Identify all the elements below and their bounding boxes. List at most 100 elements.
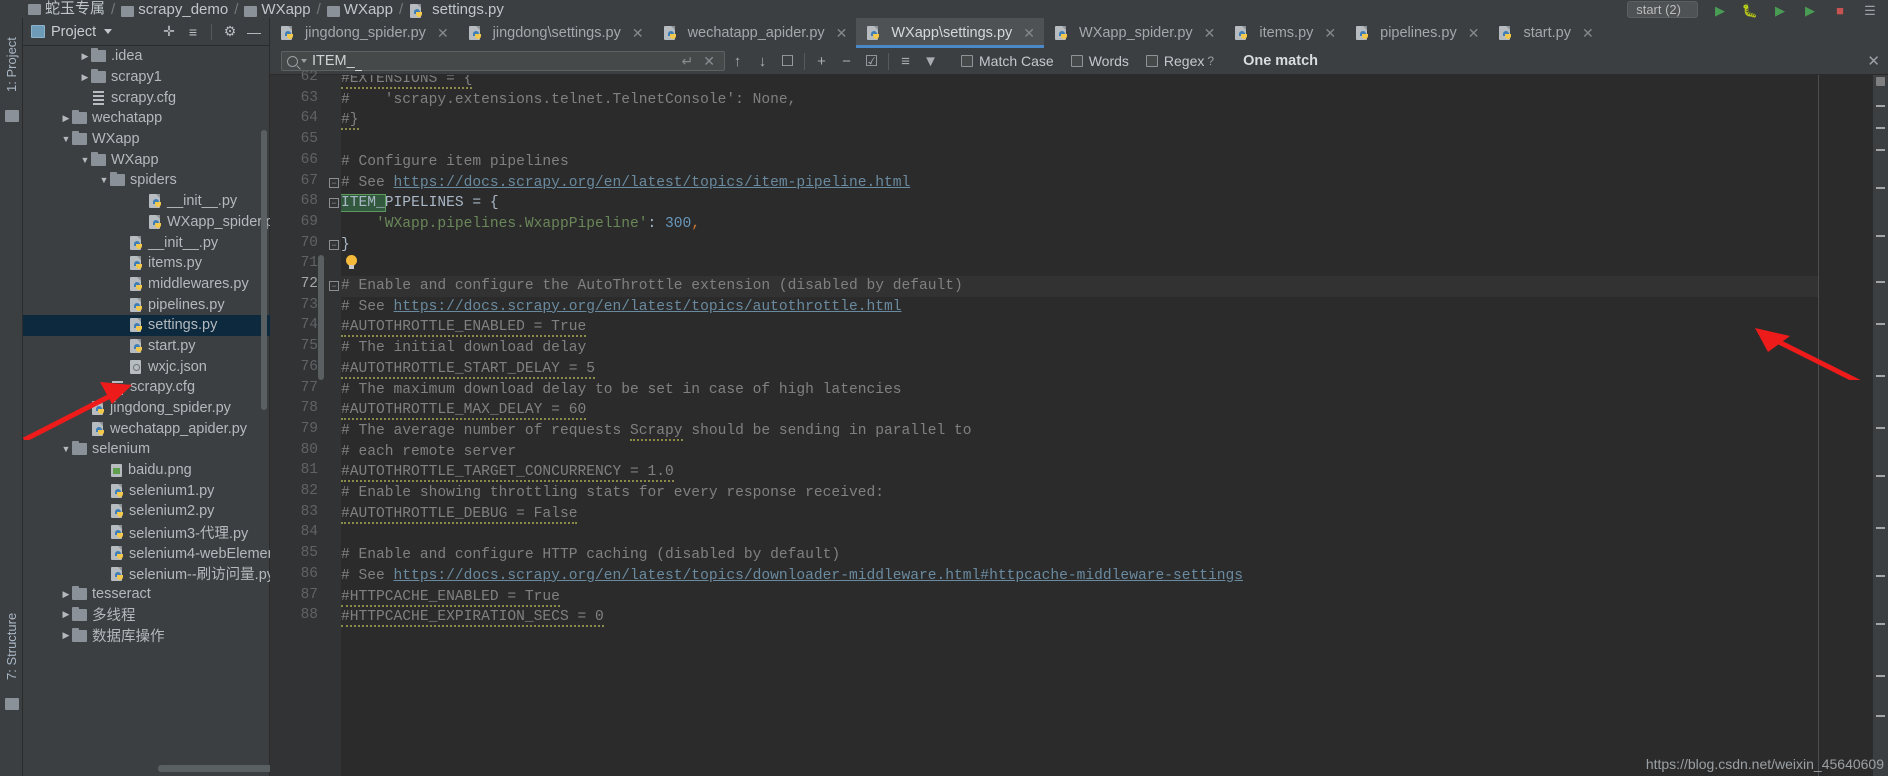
code-line[interactable]: # Enable and configure HTTP caching (dis…	[341, 545, 840, 566]
chevron-right-icon[interactable]: ▶	[60, 630, 72, 641]
fold-toggle-icon[interactable]: −	[329, 198, 339, 209]
tree-item-wxapp[interactable]: ▼ WXapp	[23, 129, 270, 150]
tree-item-scrapy-cfg[interactable]: scrapy.cfg	[23, 87, 270, 108]
editor-tab-wxapp-settings-py[interactable]: WXapp\settings.py ✕	[856, 18, 1045, 48]
tree-item-items-py[interactable]: items.py	[23, 253, 270, 274]
editor-tab-pipelines-py[interactable]: pipelines.py ✕	[1345, 18, 1488, 48]
prev-match-icon[interactable]: ↑	[725, 49, 750, 74]
stop-icon[interactable]: ■	[1832, 3, 1848, 18]
chevron-down-icon[interactable]: ▼	[60, 444, 72, 454]
search-input[interactable]: ITEM_ ↵ ✕	[281, 51, 725, 71]
tree-item-baidu-png[interactable]: baidu.png	[23, 460, 270, 481]
editor-tab-wechatapp-apider-py[interactable]: wechatapp_apider.py ✕	[653, 18, 857, 48]
add-line-icon[interactable]: +	[809, 49, 834, 74]
gear-icon[interactable]: ⚙	[221, 23, 239, 41]
code-line[interactable]: #AUTOTHROTTLE_TARGET_CONCURRENCY = 1.0	[341, 462, 674, 483]
filter-lines-icon[interactable]: ≡	[893, 49, 918, 74]
code-line[interactable]: }	[341, 235, 350, 256]
words-checkbox[interactable]: Words	[1070, 53, 1129, 69]
code-line[interactable]: # each remote server	[341, 442, 516, 463]
tree-item-settings-py[interactable]: settings.py	[23, 314, 270, 336]
tree-item-wxapp[interactable]: ▼ WXapp	[23, 149, 270, 170]
code-line[interactable]: #EXTENSIONS = {	[341, 75, 473, 90]
tree-item-selenium4-webelement-py[interactable]: selenium4-webElement补充.py	[23, 543, 270, 564]
editor-tab-items-py[interactable]: items.py ✕	[1224, 18, 1345, 48]
fold-toggle-icon[interactable]: −	[329, 281, 339, 291]
code-folding-column[interactable]: − − − −	[328, 75, 341, 776]
intention-bulb-icon[interactable]	[345, 255, 358, 271]
tree-item--init-py[interactable]: __init__.py	[23, 191, 270, 212]
filter-icon[interactable]: ▼	[918, 49, 943, 74]
editor-tab-jingdong-spider-py[interactable]: jingdong_spider.py ✕	[270, 18, 458, 48]
close-icon[interactable]: ✕	[1582, 25, 1594, 42]
fold-toggle-icon[interactable]: −	[329, 177, 339, 188]
close-icon[interactable]: ✕	[1324, 25, 1336, 42]
code-line[interactable]: # The initial download delay	[341, 338, 586, 359]
close-icon[interactable]: ✕	[1468, 25, 1480, 42]
clear-search-icon[interactable]: ✕	[698, 53, 720, 70]
editor-tab-wxapp-spider-py[interactable]: WXapp_spider.py ✕	[1044, 18, 1224, 48]
editor-tab-start-py[interactable]: start.py ✕	[1488, 18, 1602, 48]
code-line[interactable]: #HTTPCACHE_ENABLED = True	[341, 587, 560, 608]
chevron-right-icon[interactable]: ▶	[60, 113, 72, 124]
marker[interactable]	[1876, 675, 1885, 677]
profile-icon[interactable]: ▶	[1802, 3, 1818, 18]
tree-item--[interactable]: ▶ 数据库操作	[23, 625, 270, 646]
structure-icon[interactable]	[5, 698, 19, 710]
code-line[interactable]: #AUTOTHROTTLE_DEBUG = False	[341, 504, 578, 525]
code-line[interactable]: # See https://docs.scrapy.org/en/latest/…	[341, 297, 902, 318]
tree-item--[interactable]: ▶ 多线程	[23, 605, 270, 626]
marker[interactable]	[1876, 475, 1885, 477]
breadcrumb-item[interactable]: WXapp	[325, 1, 395, 18]
coverage-icon[interactable]: ▶	[1772, 3, 1788, 18]
tree-item-scrapy-cfg[interactable]: scrapy.cfg	[23, 377, 270, 398]
project-tree[interactable]: ▶ .idea ▶ scrapy1 scrapy.cfg ▶ wechatapp ▼ WXapp…	[23, 46, 270, 758]
code-line[interactable]: # See https://docs.scrapy.org/en/latest/…	[341, 566, 1243, 587]
match-case-checkbox[interactable]: Match Case	[961, 53, 1054, 69]
chevron-right-icon[interactable]: ▶	[79, 51, 91, 62]
close-icon[interactable]: ✕	[1023, 25, 1035, 42]
code-line[interactable]: # Enable and configure the AutoThrottle …	[341, 276, 963, 297]
tree-item-selenium2-py[interactable]: selenium2.py	[23, 501, 270, 522]
code-line[interactable]: # See https://docs.scrapy.org/en/latest/…	[341, 173, 910, 194]
tree-item-scrapy1[interactable]: ▶ scrapy1	[23, 67, 270, 88]
marker[interactable]	[1876, 427, 1885, 429]
marker[interactable]	[1876, 323, 1885, 325]
marker[interactable]	[1876, 375, 1885, 377]
tree-vertical-scrollbar[interactable]	[261, 130, 267, 410]
chevron-down-icon[interactable]: ▼	[98, 175, 110, 185]
next-match-icon[interactable]: ↓	[750, 49, 775, 74]
code-line[interactable]: # The maximum download delay to be set i…	[341, 380, 902, 401]
code-line[interactable]: #AUTOTHROTTLE_MAX_DELAY = 60	[341, 400, 587, 421]
tree-item-jingdong-spider-py[interactable]: jingdong_spider.py	[23, 398, 270, 419]
error-marker-strip[interactable]	[1873, 75, 1888, 776]
chevron-down-icon[interactable]	[301, 59, 307, 63]
breadcrumb-item[interactable]: scrapy_demo	[119, 1, 230, 18]
debug-icon[interactable]: 🐛	[1742, 3, 1758, 18]
marker[interactable]	[1876, 187, 1885, 189]
chevron-right-icon[interactable]: ▶	[60, 589, 72, 600]
marker[interactable]	[1876, 149, 1885, 151]
marker[interactable]	[1876, 105, 1885, 107]
tree-item-wechatapp[interactable]: ▶ wechatapp	[23, 108, 270, 129]
more-icon[interactable]: ☰	[1862, 3, 1878, 18]
tree-item-spiders[interactable]: ▼ spiders	[23, 170, 270, 191]
tree-item-wxapp-spider-py[interactable]: WXapp_spider.py	[23, 212, 270, 233]
run-icon[interactable]: ▶	[1712, 3, 1728, 18]
code-line[interactable]: #AUTOTHROTTLE_START_DELAY = 5	[341, 359, 595, 380]
locate-icon[interactable]: ✛	[160, 23, 178, 41]
marker[interactable]	[1876, 527, 1885, 529]
gutter-scroll-thumb[interactable]	[318, 255, 324, 380]
collapse-all-icon[interactable]: ≡	[184, 23, 202, 41]
help-icon[interactable]: ?	[1207, 54, 1214, 68]
tree-item-tesseract[interactable]: ▶ tesseract	[23, 584, 270, 605]
code-line[interactable]: #AUTOTHROTTLE_ENABLED = True	[341, 317, 587, 338]
chevron-right-icon[interactable]: ▶	[79, 72, 91, 83]
tree-item-pipelines-py[interactable]: pipelines.py	[23, 294, 270, 315]
regex-checkbox[interactable]: Regex ?	[1145, 53, 1214, 69]
code-line[interactable]: #}	[341, 110, 359, 131]
code-line[interactable]: #HTTPCACHE_EXPIRATION_SECS = 0	[341, 607, 604, 628]
inspection-status-icon[interactable]	[1876, 77, 1885, 86]
chevron-down-icon[interactable]: ▼	[60, 134, 72, 144]
chevron-down-icon[interactable]: ▼	[79, 155, 91, 165]
